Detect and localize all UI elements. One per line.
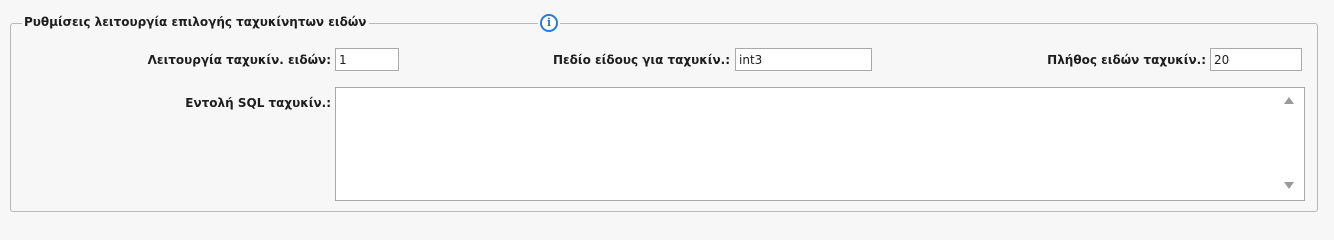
info-icon[interactable]: i (540, 14, 558, 32)
scroll-down-arrow-icon[interactable] (1284, 182, 1294, 189)
sql-label: Εντολή SQL ταχυκίν.: (185, 96, 331, 110)
count-label: Πλήθος ειδών ταχυκίν.: (1047, 53, 1206, 67)
sql-textarea[interactable] (335, 87, 1305, 201)
mode-input[interactable] (335, 48, 399, 71)
scroll-up-arrow-icon[interactable] (1284, 97, 1294, 104)
count-input[interactable] (1210, 48, 1302, 71)
section-title: Ρυθμίσεις λειτουργία επιλογής ταχυκίνητω… (22, 14, 370, 30)
settings-panel: Ρυθμίσεις λειτουργία επιλογής ταχυκίνητω… (0, 0, 1334, 226)
mode-label: Λειτουργία ταχυκίν. ειδών: (147, 53, 331, 67)
item-field-label: Πεδίο είδους για ταχυκίν.: (552, 53, 730, 67)
item-field-input[interactable] (735, 48, 872, 71)
